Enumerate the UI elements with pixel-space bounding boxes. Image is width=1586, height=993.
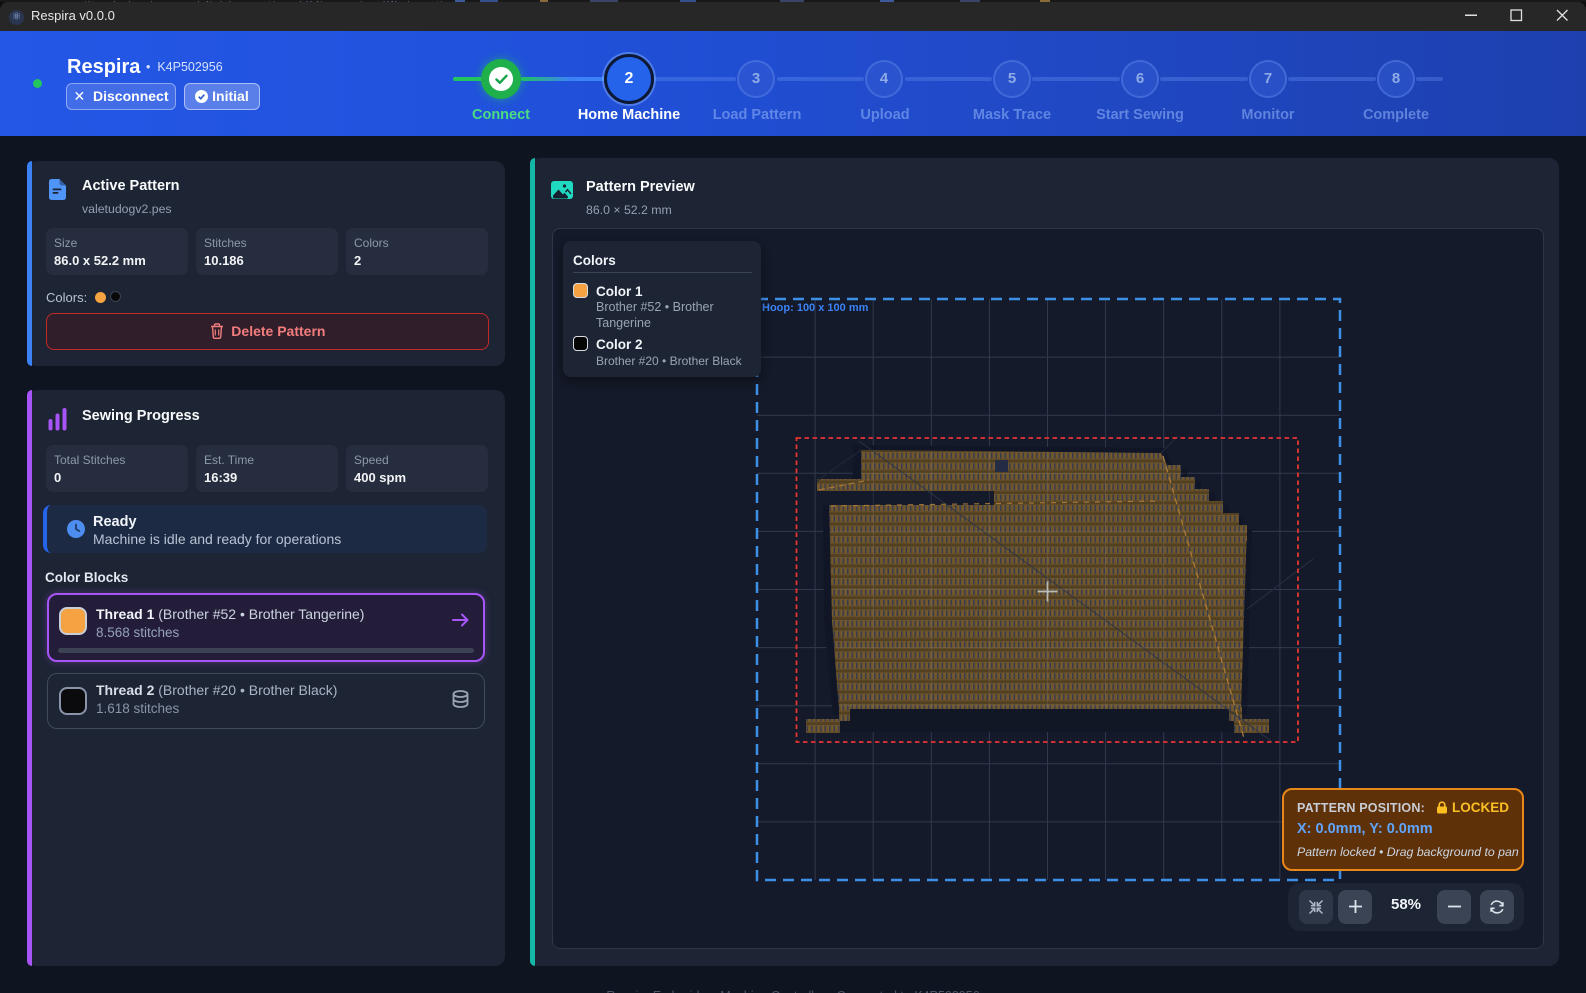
svg-text:Hoop: 100 x 100 mm: Hoop: 100 x 100 mm (762, 302, 869, 314)
